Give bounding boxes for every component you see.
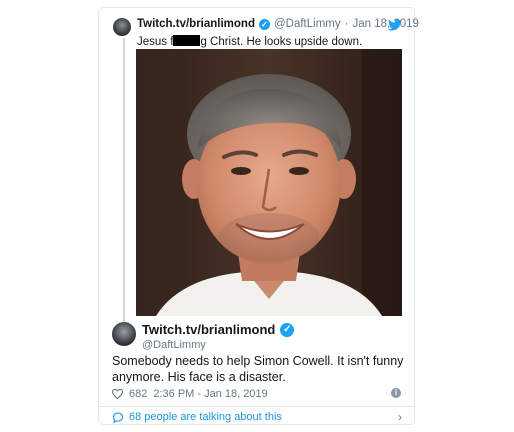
main-display-name[interactable]: Twitch.tv/brianlimond [142, 322, 275, 337]
embedded-tweet-card: Twitch.tv/brianlimond ✓ @DaftLimmy · Jan… [98, 7, 419, 425]
quoted-handle[interactable]: @DaftLimmy [274, 18, 341, 30]
quoted-separator: · [344, 18, 349, 30]
main-handle[interactable]: @DaftLimmy [142, 339, 206, 351]
verified-badge-icon: ✓ [258, 18, 270, 30]
comment-bubble-icon [112, 411, 124, 423]
tweet-timestamp[interactable]: 2:36 PM - Jan 18, 2019 [153, 388, 267, 400]
quoted-tweet-header: Twitch.tv/brianlimond ✓ @DaftLimmy · Jan… [137, 18, 419, 30]
chevron-right-icon[interactable]: › [398, 410, 402, 424]
main-tweet-text: Somebody needs to help Simon Cowell. It … [112, 354, 404, 384]
main-avatar[interactable] [112, 322, 136, 346]
main-header: Twitch.tv/brianlimond ✓ [142, 322, 295, 337]
like-count[interactable]: 682 [129, 388, 147, 400]
thread-line [123, 38, 125, 324]
heart-icon[interactable] [112, 389, 123, 399]
quoted-avatar[interactable] [113, 18, 131, 36]
redaction-bar [173, 35, 201, 46]
quoted-date[interactable]: Jan 18, 2019 [352, 18, 419, 30]
quoted-tweet-text: Jesus f g Christ. He looks upside down. [137, 35, 362, 48]
face-photo-illustration [136, 49, 402, 316]
quoted-tweet-photo[interactable] [136, 49, 402, 316]
conversation-link[interactable]: 68 people are talking about this › [112, 409, 402, 425]
conversation-label[interactable]: 68 people are talking about this [129, 411, 282, 423]
quoted-display-name[interactable]: Twitch.tv/brianlimond [137, 18, 255, 30]
tweet-meta: 682 2:36 PM - Jan 18, 2019 [112, 388, 402, 400]
divider [99, 406, 414, 407]
twitter-bird-icon[interactable] [388, 19, 402, 31]
verified-badge-icon: ✓ [280, 322, 295, 337]
info-icon[interactable]: i [391, 388, 401, 398]
quoted-text-after: g Christ. He looks upside down. [200, 36, 363, 48]
quoted-text-before: Jesus f [137, 36, 174, 48]
